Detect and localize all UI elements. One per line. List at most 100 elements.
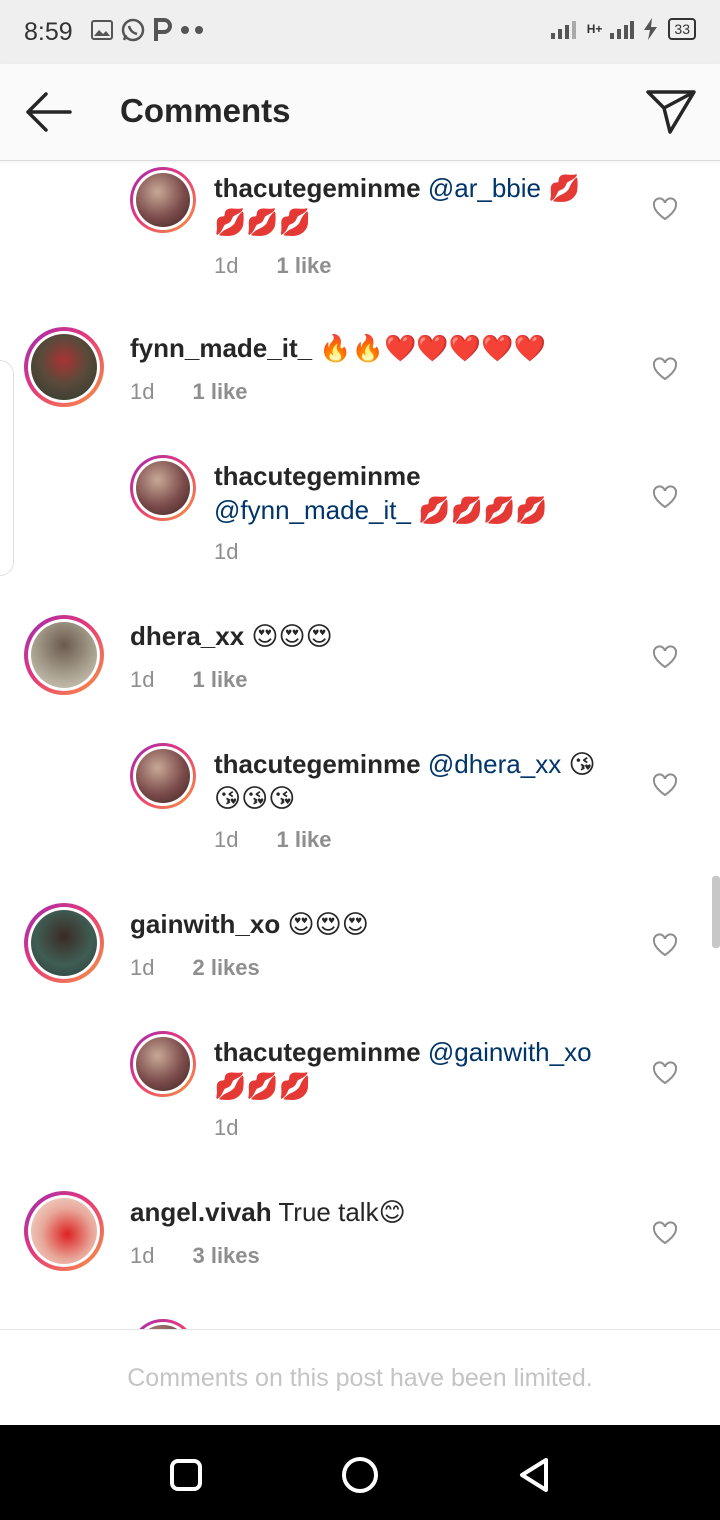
page-title: Comments [120,92,291,129]
signal-icon-2 [610,21,635,39]
comment-meta: 1d [214,1115,276,1141]
comments-list[interactable]: thacutegeminme @ar_bbie 💋💋💋💋 1d 1 like fy… [0,161,720,1329]
heart-icon[interactable] [652,485,678,509]
comment-mention[interactable]: @gainwith_xo [428,1037,592,1067]
comment-time: 1d [130,1243,155,1268]
comment: dhera_xx 😍😍😍 1d 1 like [0,615,720,725]
avatar[interactable] [130,455,196,521]
p-icon [154,18,172,41]
comment-text: thacutegeminme @dhera_xx 😘😘😘😘 [214,747,614,815]
direct-send-icon[interactable] [644,88,698,136]
comment-text: thacutegeminme @gainwith_xo 💋💋💋 [214,1035,614,1103]
avatar[interactable] [130,167,196,233]
signal-icon [550,21,576,39]
comment-emoji: 💋💋💋 [214,1071,312,1101]
comment-meta: 1d 1 like [130,667,248,693]
comment-username[interactable]: dhera_xx [130,621,244,651]
reply-comment: thacutegeminme @gainwith_xo 💋💋💋 1d [0,1031,720,1161]
comment-meta: 1d 2 likes [130,955,260,981]
home-circle-icon[interactable] [340,1455,380,1495]
heart-icon[interactable] [652,1061,678,1085]
comment-time: 1d [214,827,239,852]
comment-text: fynn_made_it_ 🔥🔥❤️❤️❤️❤️❤️ [130,331,610,365]
system-nav-bar [0,1425,720,1520]
comment-mention[interactable]: @dhera_xx [428,749,561,779]
comments-header: Comments [0,64,720,161]
comment-meta: 1d [214,539,276,565]
comment-text: thacutegeminme @fynn_made_it_ 💋💋💋💋 [214,459,594,527]
avatar[interactable] [24,903,104,983]
comment-emoji: 🔥🔥❤️❤️❤️❤️❤️ [319,333,546,363]
heart-icon[interactable] [652,933,678,957]
comment-time: 1d [130,379,155,404]
comment-meta: 1d 3 likes [130,1243,260,1269]
comments-limited-bar: Comments on this post have been limited. [0,1329,720,1426]
charging-icon [644,18,658,40]
comment-likes[interactable]: 3 likes [192,1243,259,1268]
network-type: H+ [586,22,603,36]
comment-likes[interactable]: 1 like [276,253,331,278]
comment-text: thacutegeminme @ar_bbie 💋💋💋💋 [214,171,604,239]
gallery-icon [91,20,113,40]
more-dots-icon [181,26,203,34]
comment-likes[interactable]: 2 likes [192,955,259,980]
comment-time: 1d [130,667,155,692]
heart-icon[interactable] [652,645,678,669]
comment-time: 1d [214,253,239,278]
back-arrow-icon[interactable] [22,90,74,134]
comment-username[interactable]: thacutegeminme [214,1037,421,1067]
comment-mention[interactable]: @ar_bbie [428,173,541,203]
heart-icon[interactable] [652,1221,678,1245]
comment-username[interactable]: fynn_made_it_ [130,333,312,363]
recents-square-icon[interactable] [166,1455,206,1495]
status-bar: 8:59 H+ 33 [0,0,720,64]
heart-icon[interactable] [652,197,678,221]
reply-comment: thacutegeminme @fynn_made_it_ 💋💋💋💋 1d [0,455,720,585]
reply-comment: thacutegeminme @dhera_xx 😘😘😘😘 1d 1 like [0,743,720,873]
comment-time: 1d [214,1115,239,1140]
battery-level: 33 [668,18,696,40]
whatsapp-icon [121,18,145,42]
avatar[interactable] [24,327,104,407]
avatar-partial[interactable] [130,1319,196,1329]
status-notification-icons [90,17,206,43]
comment: gainwith_xo 😍😍😍 1d 2 likes [0,903,720,1013]
comment-text: gainwith_xo 😍😍😍 [130,907,550,941]
comment-meta: 1d 1 like [214,253,332,279]
comment: angel.vivah True talk😊 1d 3 likes [0,1191,720,1301]
comment-emoji: 😊 [378,1197,406,1227]
comment-emoji: 😍😍😍 [287,909,369,939]
side-drawer-edge[interactable] [0,360,14,576]
comment-username[interactable]: thacutegeminme [214,173,421,203]
comment-meta: 1d 1 like [130,379,248,405]
comment-username[interactable]: thacutegeminme [214,461,421,491]
scrollbar[interactable] [712,876,720,948]
comment-time: 1d [130,955,155,980]
comment-likes[interactable]: 1 like [276,827,331,852]
back-triangle-icon[interactable] [514,1455,554,1495]
comment-text: dhera_xx 😍😍😍 [130,619,550,653]
comment-username[interactable]: angel.vivah [130,1197,272,1227]
comment-time: 1d [214,539,239,564]
avatar[interactable] [130,1031,196,1097]
comments-limited-text: Comments on this post have been limited. [127,1364,593,1392]
comment-emoji: 😍😍😍 [251,621,333,651]
status-system-icons: H+ 33 [550,18,696,40]
comment-username[interactable]: thacutegeminme [214,749,421,779]
reply-comment: thacutegeminme @ar_bbie 💋💋💋💋 1d 1 like [0,161,720,301]
comment-body: True talk [278,1197,379,1227]
comment-mention[interactable]: @fynn_made_it_ [214,495,411,525]
heart-icon[interactable] [652,773,678,797]
heart-icon[interactable] [652,357,678,381]
comment: fynn_made_it_ 🔥🔥❤️❤️❤️❤️❤️ 1d 1 like [0,327,720,437]
avatar[interactable] [24,1191,104,1271]
status-time: 8:59 [24,18,73,46]
avatar[interactable] [130,743,196,809]
comment-likes[interactable]: 1 like [192,667,247,692]
comment-likes[interactable]: 1 like [192,379,247,404]
comment-emoji: 💋💋💋💋 [418,495,548,525]
comment-username[interactable]: gainwith_xo [130,909,280,939]
avatar[interactable] [24,615,104,695]
comment-text: angel.vivah True talk😊 [130,1195,550,1229]
comment-meta: 1d 1 like [214,827,332,853]
